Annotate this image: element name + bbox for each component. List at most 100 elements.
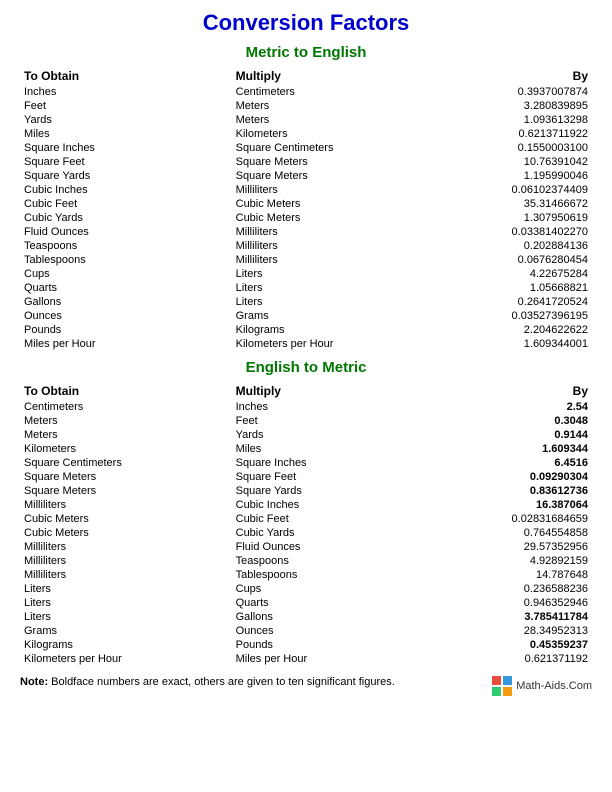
multiply-cell: Tablespoons xyxy=(232,568,432,582)
multiply-cell: Cubic Yards xyxy=(232,526,432,540)
table-row: Cups Liters 4.22675284 xyxy=(20,267,592,281)
obtain-cell: Square Yards xyxy=(20,169,232,183)
obtain-cell: Square Meters xyxy=(20,470,232,484)
by-cell: 0.45359237 xyxy=(432,638,592,652)
obtain-cell: Cubic Meters xyxy=(20,526,232,540)
table-row: Gallons Liters 0.2641720524 xyxy=(20,295,592,309)
multiply-cell: Teaspoons xyxy=(232,554,432,568)
by-cell: 3.785411784 xyxy=(432,610,592,624)
by-cell: 3.280839895 xyxy=(432,99,592,113)
by-cell: 10.76391042 xyxy=(432,155,592,169)
col-header-multiply-1: Multiply xyxy=(232,67,432,85)
by-cell: 0.3048 xyxy=(432,414,592,428)
multiply-cell: Gallons xyxy=(232,610,432,624)
obtain-cell: Cubic Yards xyxy=(20,211,232,225)
obtain-cell: Meters xyxy=(20,428,232,442)
table-row: Liters Gallons 3.785411784 xyxy=(20,610,592,624)
multiply-cell: Cubic Feet xyxy=(232,512,432,526)
obtain-cell: Teaspoons xyxy=(20,239,232,253)
table-row: Square Meters Square Feet 0.09290304 xyxy=(20,470,592,484)
table-row: Liters Quarts 0.946352946 xyxy=(20,596,592,610)
table-row: Liters Cups 0.236588236 xyxy=(20,582,592,596)
multiply-cell: Square Feet xyxy=(232,470,432,484)
by-cell: 1.093613298 xyxy=(432,113,592,127)
multiply-cell: Liters xyxy=(232,295,432,309)
table-row: Tablespoons Milliliters 0.0676280454 xyxy=(20,253,592,267)
by-cell: 0.06102374409 xyxy=(432,183,592,197)
multiply-cell: Cubic Meters xyxy=(232,197,432,211)
note-body: Boldface numbers are exact, others are g… xyxy=(48,676,395,688)
by-cell: 16.387064 xyxy=(432,498,592,512)
by-cell: 28.34952313 xyxy=(432,624,592,638)
table-row: Milliliters Tablespoons 14.787648 xyxy=(20,568,592,582)
multiply-cell: Inches xyxy=(232,400,432,414)
obtain-cell: Yards xyxy=(20,113,232,127)
obtain-cell: Square Inches xyxy=(20,141,232,155)
table-row: Milliliters Teaspoons 4.92892159 xyxy=(20,554,592,568)
multiply-cell: Kilometers xyxy=(232,127,432,141)
col-header-multiply-2: Multiply xyxy=(232,382,432,400)
table-row: Kilometers Miles 1.609344 xyxy=(20,442,592,456)
obtain-cell: Kilometers xyxy=(20,442,232,456)
by-cell: 0.0676280454 xyxy=(432,253,592,267)
by-cell: 1.05668821 xyxy=(432,281,592,295)
multiply-cell: Square Inches xyxy=(232,456,432,470)
multiply-cell: Liters xyxy=(232,281,432,295)
by-cell: 4.22675284 xyxy=(432,267,592,281)
table-row: Quarts Liters 1.05668821 xyxy=(20,281,592,295)
by-cell: 0.09290304 xyxy=(432,470,592,484)
multiply-cell: Milliliters xyxy=(232,183,432,197)
multiply-cell: Feet xyxy=(232,414,432,428)
multiply-cell: Kilometers per Hour xyxy=(232,337,432,351)
obtain-cell: Cups xyxy=(20,267,232,281)
obtain-cell: Square Centimeters xyxy=(20,456,232,470)
by-cell: 1.609344001 xyxy=(432,337,592,351)
obtain-cell: Square Meters xyxy=(20,484,232,498)
obtain-cell: Cubic Meters xyxy=(20,512,232,526)
multiply-cell: Meters xyxy=(232,99,432,113)
obtain-cell: Milliliters xyxy=(20,498,232,512)
table-row: Kilometers per Hour Miles per Hour 0.621… xyxy=(20,652,592,666)
by-cell: 0.03381402270 xyxy=(432,225,592,239)
by-cell: 0.764554858 xyxy=(432,526,592,540)
by-cell: 0.2641720524 xyxy=(432,295,592,309)
section1-heading: Metric to English xyxy=(20,44,592,61)
multiply-cell: Milliliters xyxy=(232,225,432,239)
by-cell: 0.02831684659 xyxy=(432,512,592,526)
table-row: Kilograms Pounds 0.45359237 xyxy=(20,638,592,652)
by-cell: 2.204622622 xyxy=(432,323,592,337)
obtain-cell: Centimeters xyxy=(20,400,232,414)
multiply-cell: Ounces xyxy=(232,624,432,638)
table-row: Inches Centimeters 0.3937007874 xyxy=(20,85,592,99)
obtain-cell: Kilometers per Hour xyxy=(20,652,232,666)
metric-to-english-table: To Obtain Multiply By Inches Centimeters… xyxy=(20,67,592,351)
obtain-cell: Miles per Hour xyxy=(20,337,232,351)
section2-heading: English to Metric xyxy=(20,359,592,376)
obtain-cell: Tablespoons xyxy=(20,253,232,267)
multiply-cell: Yards xyxy=(232,428,432,442)
table-row: Ounces Grams 0.03527396195 xyxy=(20,309,592,323)
by-cell: 0.83612736 xyxy=(432,484,592,498)
by-cell: 0.946352946 xyxy=(432,596,592,610)
note-text: Note: Boldface numbers are exact, others… xyxy=(20,676,482,688)
multiply-cell: Cups xyxy=(232,582,432,596)
table-row: Miles Kilometers 0.6213711922 xyxy=(20,127,592,141)
by-cell: 0.202884136 xyxy=(432,239,592,253)
obtain-cell: Square Feet xyxy=(20,155,232,169)
table-row: Square Centimeters Square Inches 6.4516 xyxy=(20,456,592,470)
by-cell: 0.03527396195 xyxy=(432,309,592,323)
col-header-obtain-2: To Obtain xyxy=(20,382,232,400)
multiply-cell: Miles per Hour xyxy=(232,652,432,666)
multiply-cell: Quarts xyxy=(232,596,432,610)
table-row: Feet Meters 3.280839895 xyxy=(20,99,592,113)
col-header-by-1: By xyxy=(432,67,592,85)
table-row: Yards Meters 1.093613298 xyxy=(20,113,592,127)
logo: Math-Aids.Com xyxy=(492,676,592,696)
obtain-cell: Miles xyxy=(20,127,232,141)
multiply-cell: Fluid Ounces xyxy=(232,540,432,554)
note-section: Note: Boldface numbers are exact, others… xyxy=(20,676,592,696)
obtain-cell: Inches xyxy=(20,85,232,99)
multiply-cell: Milliliters xyxy=(232,239,432,253)
multiply-cell: Miles xyxy=(232,442,432,456)
by-cell: 35.31466672 xyxy=(432,197,592,211)
